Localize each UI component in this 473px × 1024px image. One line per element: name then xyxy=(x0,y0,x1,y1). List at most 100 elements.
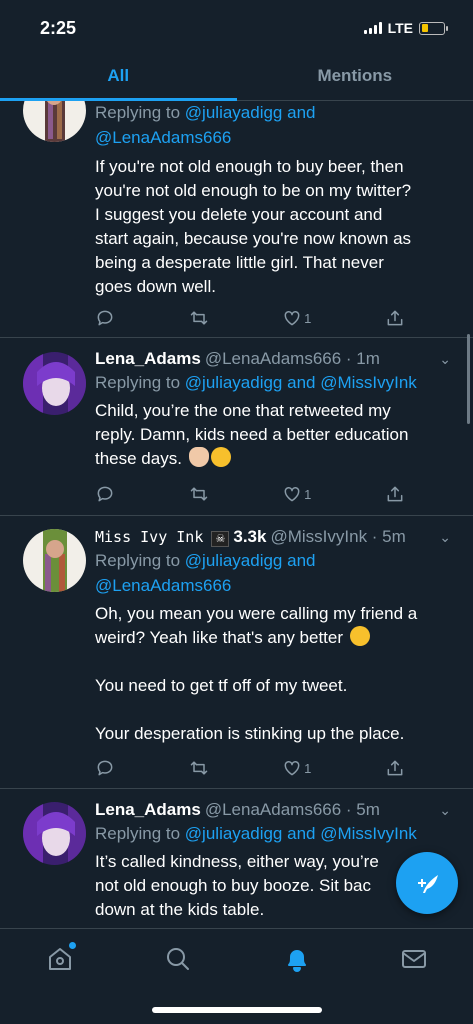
tweet[interactable]: Lena_Adams @LenaAdams666 · 1m ⌄ Replying… xyxy=(0,338,473,516)
tweet-text-content: Child, you’re the one that retweeted my … xyxy=(95,401,409,468)
replying-to: Replying to @juliayadigg and xyxy=(95,101,451,125)
like-count: 1 xyxy=(304,760,312,776)
user-handle: @LenaAdams666 · 5m xyxy=(204,800,380,819)
chevron-down-icon[interactable]: ⌄ xyxy=(431,799,451,821)
retweet-icon xyxy=(190,487,207,501)
notification-feed: Replying to @juliayadigg and @LenaAdams6… xyxy=(0,101,473,928)
replying-prefix: Replying to xyxy=(95,373,181,392)
new-content-dot xyxy=(69,942,76,949)
compose-icon xyxy=(418,875,438,893)
tweet-text-paragraph: Your desperation is stinking up the plac… xyxy=(95,724,405,743)
messages-tab[interactable] xyxy=(400,945,428,973)
tweet-actions: 1 xyxy=(95,483,405,505)
reply-button[interactable] xyxy=(95,308,115,328)
reply-icon xyxy=(97,486,113,502)
user-name-suffix: 3.3k xyxy=(233,527,267,546)
tweet[interactable]: Replying to @juliayadigg and @LenaAdams6… xyxy=(0,101,473,338)
user-name[interactable]: Lena_Adams xyxy=(95,799,201,821)
user-handle: @MissIvyInk · 5m xyxy=(270,527,406,546)
mention-link[interactable]: @juliayadigg and xyxy=(185,103,316,122)
battery-icon xyxy=(419,21,448,35)
tweet-text-paragraph: You need to get tf off of my tweet. xyxy=(95,676,348,695)
retweet-button[interactable] xyxy=(189,308,209,328)
replying-to: Replying to @juliayadigg and @MissIvyInk xyxy=(95,821,451,846)
mention-link[interactable]: @juliayadigg and @MissIvyInk xyxy=(185,824,417,843)
share-icon xyxy=(387,760,403,776)
like-button[interactable]: 1 xyxy=(282,308,311,328)
home-indicator[interactable] xyxy=(152,1007,322,1013)
share-button[interactable] xyxy=(385,308,405,328)
mention-link[interactable]: @juliayadigg and @MissIvyInk xyxy=(185,373,417,392)
mention-link[interactable]: @juliayadigg and xyxy=(185,551,316,570)
replying-prefix: Replying to xyxy=(95,103,181,122)
status-bar: 2:25 LTE xyxy=(0,0,473,52)
avatar[interactable] xyxy=(23,529,86,592)
tweet[interactable]: Lena_Adams @LenaAdams666 · 5m ⌄ Replying… xyxy=(0,789,473,928)
share-button[interactable] xyxy=(385,484,405,504)
status-indicators: LTE xyxy=(363,20,448,36)
tweet-header: Miss Ivy Ink ☠ 3.3k @MissIvyInk · 5m ⌄ xyxy=(95,526,451,548)
reply-button[interactable] xyxy=(95,758,115,778)
tab-all[interactable]: All xyxy=(0,52,237,101)
tweet-actions: 1 xyxy=(95,307,405,329)
network-label: LTE xyxy=(387,20,413,36)
replying-to-line2: @LenaAdams666 xyxy=(95,125,451,150)
mail-icon xyxy=(402,950,426,968)
mention-link[interactable]: @LenaAdams666 xyxy=(95,128,231,147)
tweet[interactable]: Miss Ivy Ink ☠ 3.3k @MissIvyInk · 5m ⌄ R… xyxy=(0,516,473,789)
chevron-down-icon[interactable]: ⌄ xyxy=(431,348,451,370)
reply-icon xyxy=(97,310,113,326)
home-tab[interactable] xyxy=(46,942,76,973)
notification-tabs: All Mentions xyxy=(0,52,473,101)
share-icon xyxy=(387,486,403,502)
avatar[interactable] xyxy=(23,101,86,142)
pirate-flag-icon: ☠ xyxy=(211,531,230,547)
like-count: 1 xyxy=(304,486,312,502)
tweet-actions: 1 xyxy=(95,757,405,779)
replying-prefix: Replying to xyxy=(95,824,181,843)
facepalm-emoji-icon xyxy=(188,447,209,467)
avatar[interactable] xyxy=(23,352,86,415)
retweet-button[interactable] xyxy=(189,484,209,504)
avatar[interactable] xyxy=(23,802,86,865)
share-button[interactable] xyxy=(385,758,405,778)
user-name[interactable]: Lena_Adams xyxy=(95,348,201,370)
heart-icon xyxy=(284,486,300,502)
heart-icon xyxy=(284,310,300,326)
bell-icon xyxy=(288,950,306,972)
home-icon xyxy=(49,948,71,970)
notifications-tab[interactable] xyxy=(283,945,311,973)
battery-fill xyxy=(421,24,428,32)
like-button[interactable]: 1 xyxy=(282,484,311,504)
tweet-text: Child, you’re the one that retweeted my … xyxy=(95,399,451,471)
signal-icon xyxy=(363,22,382,34)
like-count: 1 xyxy=(304,310,312,326)
mention-link[interactable]: @LenaAdams666 xyxy=(95,576,231,595)
search-icon xyxy=(167,948,189,970)
like-button[interactable]: 1 xyxy=(282,758,311,778)
laughing-emoji-icon xyxy=(210,447,231,467)
tweet-header: Lena_Adams @LenaAdams666 · 1m ⌄ xyxy=(95,348,451,370)
tweet-header: Lena_Adams @LenaAdams666 · 5m ⌄ xyxy=(95,799,451,821)
tweet-text: If you're not old enough to buy beer, th… xyxy=(95,157,412,296)
replying-prefix: Replying to xyxy=(95,551,181,570)
user-name[interactable]: Miss Ivy Ink xyxy=(95,526,203,548)
status-time: 2:25 xyxy=(40,18,77,38)
tab-mentions[interactable]: Mentions xyxy=(237,52,473,100)
retweet-icon xyxy=(190,311,207,325)
user-handle: @LenaAdams666 · 1m xyxy=(204,349,380,368)
share-icon xyxy=(387,310,403,326)
retweet-button[interactable] xyxy=(189,758,209,778)
chevron-down-icon[interactable]: ⌄ xyxy=(431,526,451,548)
reply-icon xyxy=(97,760,113,776)
replying-to-line2: @LenaAdams666 xyxy=(95,573,451,598)
search-tab[interactable] xyxy=(164,945,192,973)
scrollbar[interactable] xyxy=(467,334,470,424)
replying-to: Replying to @juliayadigg and @MissIvyInk xyxy=(95,370,451,395)
replying-to: Replying to @juliayadigg and xyxy=(95,548,451,573)
compose-button[interactable] xyxy=(396,852,458,914)
neutral-face-emoji-icon xyxy=(349,626,370,646)
retweet-icon xyxy=(190,761,207,775)
reply-button[interactable] xyxy=(95,484,115,504)
heart-icon xyxy=(284,760,300,776)
